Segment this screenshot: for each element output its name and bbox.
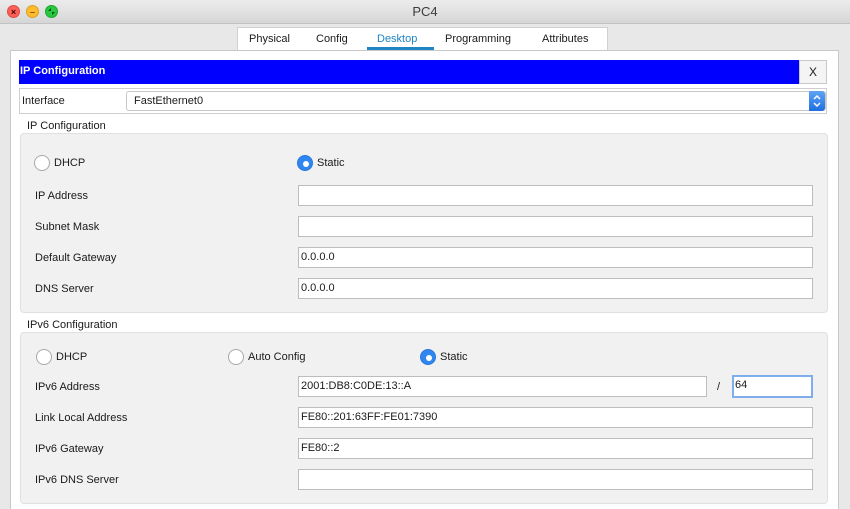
prefix-separator: / — [717, 381, 721, 393]
dns-server-field[interactable]: 0.0.0.0 — [298, 278, 813, 299]
ip-address-label: IP Address — [35, 190, 88, 202]
tab-desktop[interactable]: Desktop — [377, 33, 417, 45]
ipv6-autoconfig-label: Auto Config — [248, 351, 306, 363]
ipv6-address-label: IPv6 Address — [35, 381, 100, 393]
close-ip-config-button[interactable]: X — [799, 60, 827, 84]
ipv6-static-label: Static — [440, 351, 468, 363]
link-local-address-field[interactable]: FE80::201:63FF:FE01:7390 — [298, 407, 813, 428]
interface-selected-value: FastEthernet0 — [134, 95, 204, 107]
ip-address-field[interactable] — [298, 185, 813, 206]
subnet-mask-field[interactable] — [298, 216, 813, 237]
dns-server-label: DNS Server — [35, 283, 94, 295]
ipv6-gateway-field[interactable]: FE80::2 — [298, 438, 813, 459]
ip-config-header: IP Configuration — [19, 60, 799, 84]
ipv6-dhcp-label: DHCP — [56, 351, 88, 363]
tab-programming[interactable]: Programming — [445, 33, 511, 45]
ipv4-static-label: Static — [317, 157, 345, 169]
interface-row: Interface FastEthernet0 — [19, 88, 827, 114]
tab-bar: Physical Config Desktop Programming Attr… — [0, 24, 850, 50]
default-gateway-field[interactable]: 0.0.0.0 — [298, 247, 813, 268]
ipv4-dhcp-label: DHCP — [54, 157, 86, 169]
ip-config-title: IP Configuration — [20, 65, 106, 77]
ipv6-dns-server-field[interactable] — [298, 469, 813, 490]
ipv6-autoconfig-radio[interactable] — [228, 349, 244, 365]
link-local-address-label: Link Local Address — [35, 412, 128, 424]
select-arrows-icon[interactable] — [809, 91, 825, 111]
subnet-mask-label: Subnet Mask — [35, 221, 100, 233]
ipv6-prefix-length-field[interactable]: 64 — [732, 375, 813, 398]
ipv6-address-field[interactable]: 2001:DB8:C0DE:13::A — [298, 376, 707, 397]
window-title: PC4 — [412, 4, 438, 19]
ipv6-dns-server-label: IPv6 DNS Server — [35, 474, 119, 486]
ipv4-section-label: IP Configuration — [27, 120, 106, 132]
ipv6-static-radio[interactable] — [420, 349, 436, 365]
tab-strip: Physical Config Desktop Programming Attr… — [237, 27, 608, 50]
ipv6-gateway-label: IPv6 Gateway — [35, 443, 104, 455]
default-gateway-label: Default Gateway — [35, 252, 117, 264]
ipv4-dhcp-radio[interactable] — [34, 155, 50, 171]
window-titlebar: × – PC4 — [0, 0, 850, 24]
ipv4-static-radio[interactable] — [297, 155, 313, 171]
tab-physical[interactable]: Physical — [249, 33, 290, 45]
ipv6-section-label: IPv6 Configuration — [27, 319, 118, 331]
interface-select[interactable]: FastEthernet0 — [126, 91, 826, 111]
tab-config[interactable]: Config — [316, 33, 348, 45]
tab-attributes[interactable]: Attributes — [542, 33, 588, 45]
interface-label: Interface — [22, 95, 65, 107]
ipv6-dhcp-radio[interactable] — [36, 349, 52, 365]
